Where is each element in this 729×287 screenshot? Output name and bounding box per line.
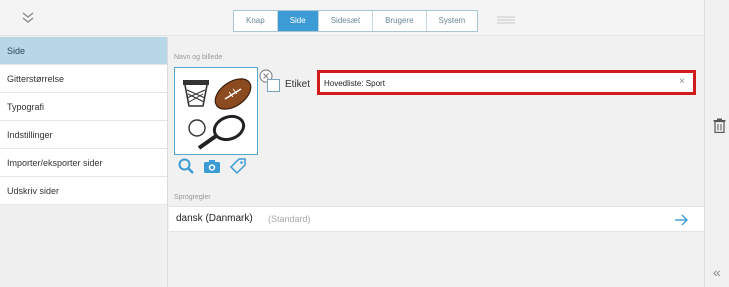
search-icon[interactable] [177,157,195,175]
language-default-tag: (Standard) [268,214,311,224]
sidebar-item-gitterstorrelse[interactable]: Gitterstørrelse [0,65,167,93]
tab-system[interactable]: System [427,11,478,31]
clear-icon[interactable]: × [679,76,685,87]
tab-knap[interactable]: Knap [234,11,278,31]
page-name-input[interactable] [320,74,660,93]
main-panel: Navn og billede Etiket Hovedliste: Sport… [169,37,704,287]
tab-sidesaet[interactable]: Sidesæt [319,11,374,31]
sidebar-item-import-export[interactable]: Importer/eksporter sider [0,149,167,177]
camera-icon[interactable] [203,157,221,175]
language-row[interactable]: dansk (Danmark) (Standard) [169,206,704,232]
sports-symbol-image [183,78,252,150]
page-name-field[interactable]: × [317,70,696,95]
sidebar-item-udskriv[interactable]: Udskriv sider [0,177,167,205]
double-chevron-down-icon[interactable] [20,10,36,26]
sidebar: Side Gitterstørrelse Typografi Indstilli… [0,37,168,287]
arrow-right-icon[interactable] [674,213,688,227]
double-chevron-left-icon[interactable]: « [713,264,721,280]
label-checkbox[interactable] [267,79,280,92]
tab-side[interactable]: Side [277,11,319,31]
language-rules-label: Sprogregler [174,194,211,201]
right-toolbar: « [704,0,729,287]
sidebar-item-side[interactable]: Side [0,37,167,65]
trash-icon[interactable] [713,118,726,133]
menu-icon[interactable] [497,15,515,25]
tab-bar: Knap Side Sidesæt Brugere System [233,10,479,32]
language-name: dansk (Danmark) [176,213,253,224]
tag-icon[interactable] [229,157,247,175]
name-image-label: Navn og billede [174,54,223,61]
tab-brugere[interactable]: Brugere [373,11,427,31]
sidebar-item-typografi[interactable]: Typografi [0,93,167,121]
top-toolbar: Knap Side Sidesæt Brugere System [0,0,704,36]
sidebar-item-indstillinger[interactable]: Indstillinger [0,121,167,149]
symbol-image[interactable] [174,67,258,155]
checkbox-label: Etiket [285,79,311,90]
